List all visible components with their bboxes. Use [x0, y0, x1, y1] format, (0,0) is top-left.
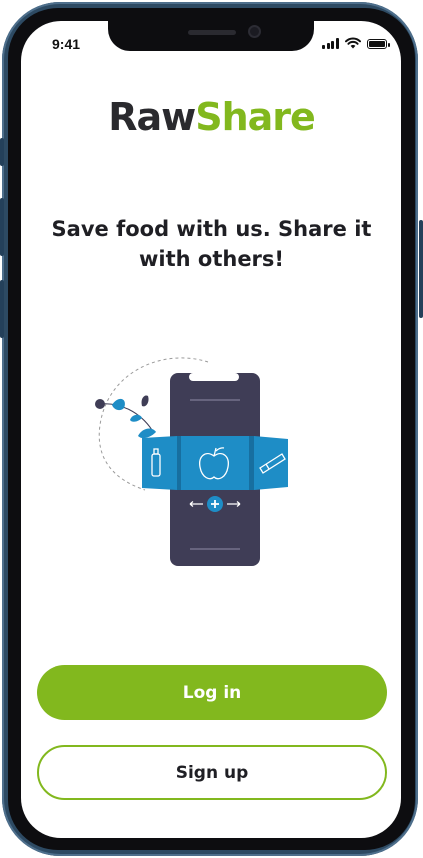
welcome-headline: Save food with us. Share it with others!: [51, 217, 372, 271]
status-icons: [322, 37, 390, 49]
logo-share: Share: [195, 95, 316, 139]
cellular-signal-icon: [322, 38, 339, 49]
battery-icon: [366, 39, 390, 49]
power-button: [419, 220, 423, 318]
logo-raw: Raw: [108, 95, 196, 139]
center-panel: [181, 436, 249, 490]
login-button[interactable]: Log in: [37, 665, 387, 720]
wifi-icon: [344, 37, 361, 49]
status-time: 9:41: [52, 36, 81, 52]
leaf-icon: [95, 395, 156, 439]
volume-down-button: [0, 280, 4, 338]
notch: [108, 21, 314, 51]
right-panel: [254, 436, 288, 490]
mute-switch: [0, 138, 4, 166]
signup-button[interactable]: Sign up: [37, 745, 387, 800]
speaker-grille: [188, 30, 236, 35]
food-sharing-illustration: [95, 357, 288, 566]
front-camera-icon: [248, 25, 261, 38]
app-logo: RawShare: [0, 95, 423, 139]
phone-notch: [189, 373, 239, 381]
volume-up-button: [0, 198, 4, 256]
